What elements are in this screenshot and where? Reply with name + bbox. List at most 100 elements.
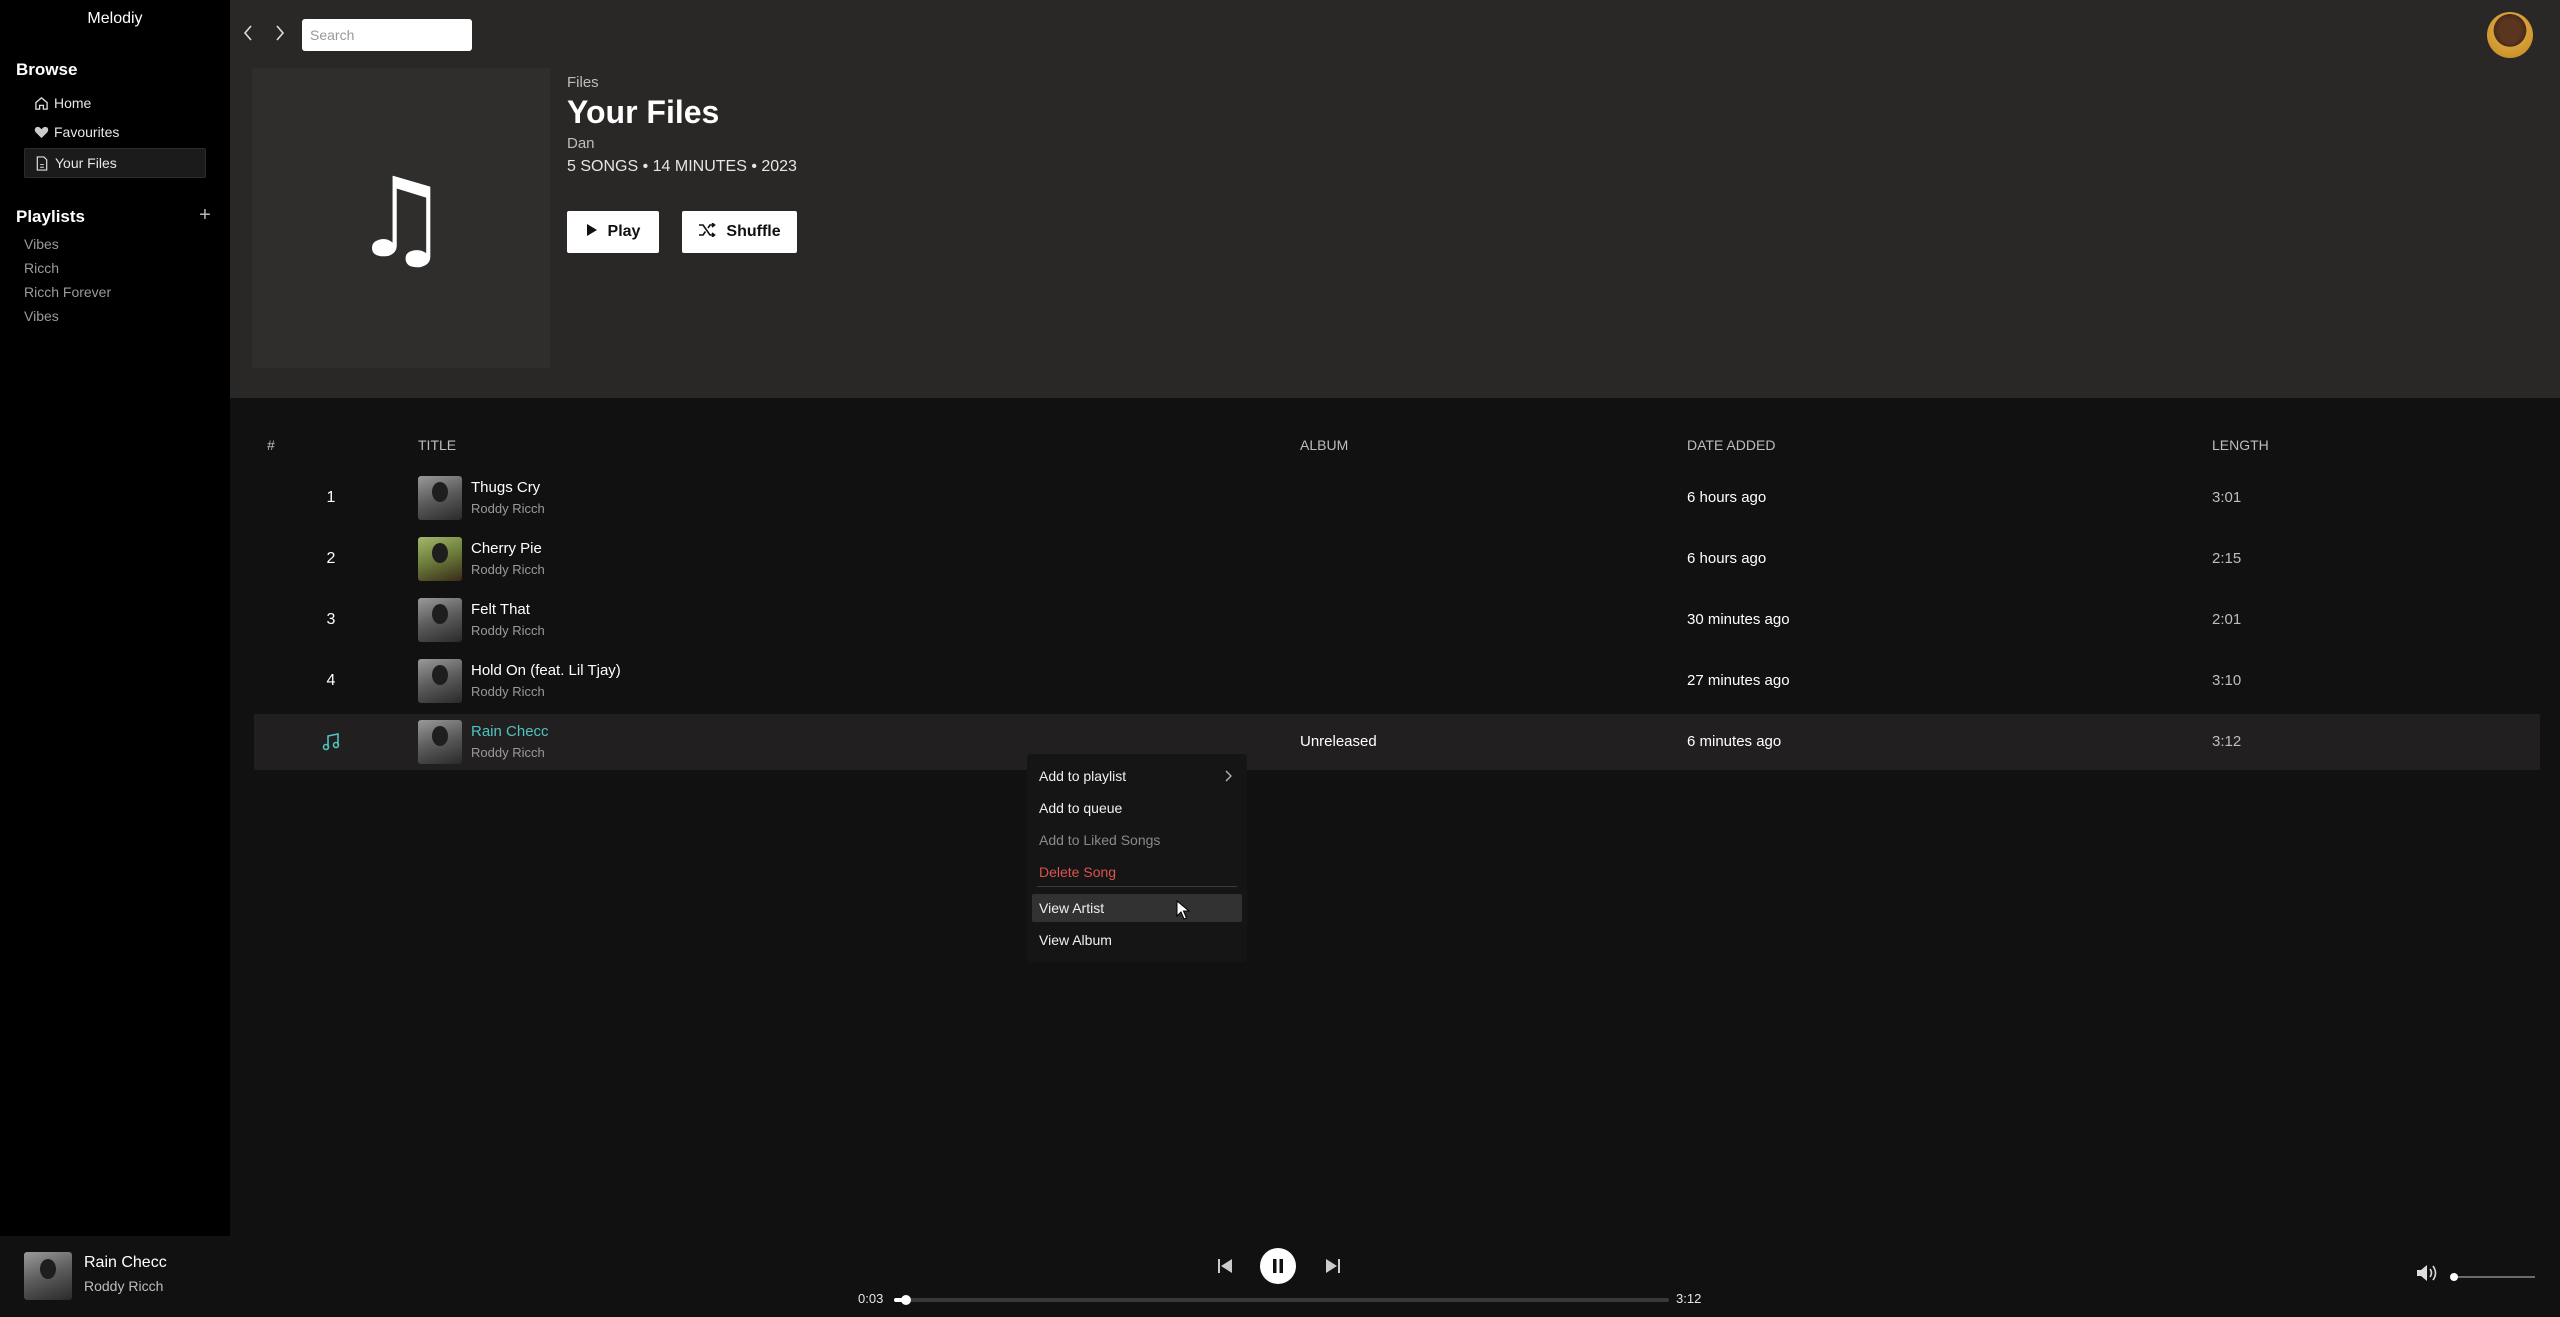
sidebar-item-favourites[interactable]: Favourites	[24, 117, 206, 147]
sidebar-item-home[interactable]: Home	[24, 88, 206, 118]
skip-back-icon	[1218, 1259, 1232, 1273]
track-artwork	[418, 476, 462, 520]
track-length: 3:10	[2212, 672, 2242, 689]
track-date-added: 6 hours ago	[1687, 489, 1767, 506]
context-menu: Add to playlist Add to queue Add to Like…	[1027, 754, 1247, 962]
table-row[interactable]: 3 Felt That Roddy Ricch 30 minutes ago 2…	[254, 592, 2540, 648]
skip-forward-icon	[1326, 1259, 1340, 1273]
now-playing-artwork[interactable]	[24, 1252, 72, 1300]
collection-cover: ♫	[252, 68, 550, 368]
table-row[interactable]: 1 Thugs Cry Roddy Ricch 6 hours ago 3:01	[254, 470, 2540, 526]
shuffle-button[interactable]: Shuffle	[682, 211, 797, 253]
track-title[interactable]: Rain Checc	[471, 723, 549, 740]
previous-track-button[interactable]	[1214, 1252, 1236, 1280]
table-row-playing[interactable]: Rain Checc Roddy Ricch Unreleased 6 minu…	[254, 714, 2540, 770]
total-time: 3:12	[1676, 1291, 1702, 1306]
now-playing-artist[interactable]: Roddy Ricch	[84, 1278, 163, 1294]
volume-slider[interactable]	[2450, 1273, 2535, 1281]
track-title[interactable]: Hold On (feat. Lil Tjay)	[471, 662, 621, 679]
now-playing-note-icon	[254, 714, 408, 770]
sidebar-playlist-item[interactable]: Vibes	[24, 236, 59, 252]
user-avatar[interactable]	[2487, 12, 2533, 58]
next-track-button[interactable]	[1322, 1252, 1344, 1280]
menu-item-add-to-liked-songs[interactable]: Add to Liked Songs	[1032, 826, 1242, 854]
play-button[interactable]: Play	[567, 211, 659, 253]
add-playlist-button[interactable]: +	[196, 205, 214, 225]
music-note-icon: ♫	[351, 154, 451, 282]
track-number: 4	[326, 672, 336, 689]
app-window: Melodiy Browse Home Favourites Your File…	[0, 0, 2560, 1317]
mouse-cursor-icon	[1176, 900, 1190, 920]
menu-item-add-to-playlist[interactable]: Add to playlist	[1032, 762, 1242, 790]
track-artist[interactable]: Roddy Ricch	[471, 562, 545, 577]
chevron-right-icon	[1225, 769, 1232, 785]
track-artwork	[418, 720, 462, 764]
sidebar-playlist-item[interactable]: Vibes	[24, 308, 59, 324]
volume-icon[interactable]	[2415, 1262, 2439, 1284]
track-artist[interactable]: Roddy Ricch	[471, 501, 545, 516]
progress-bar[interactable]	[894, 1295, 1669, 1305]
sidebar-item-label: Favourites	[54, 124, 120, 140]
sidebar-item-label: Your Files	[55, 155, 117, 171]
track-title[interactable]: Felt That	[471, 601, 530, 618]
track-date-added: 6 minutes ago	[1687, 733, 1782, 750]
menu-item-label: Add to playlist	[1039, 768, 1127, 784]
track-length: 3:12	[2212, 733, 2242, 750]
sidebar: Melodiy Browse Home Favourites Your File…	[0, 0, 230, 1236]
track-title[interactable]: Thugs Cry	[471, 479, 540, 496]
search-input[interactable]	[302, 19, 472, 51]
track-length: 2:15	[2212, 550, 2242, 567]
track-artist[interactable]: Roddy Ricch	[471, 623, 545, 638]
track-number: 2	[326, 550, 336, 567]
sidebar-playlist-item[interactable]: Ricch	[24, 260, 59, 276]
breadcrumb: Files	[567, 74, 599, 91]
track-artist[interactable]: Roddy Ricch	[471, 745, 545, 760]
play-button-label: Play	[607, 223, 641, 240]
back-arrow-icon[interactable]	[240, 22, 256, 44]
track-artist[interactable]: Roddy Ricch	[471, 684, 545, 699]
column-header-title[interactable]: TITLE	[418, 437, 456, 453]
history-nav	[240, 22, 288, 44]
menu-item-view-artist[interactable]: View Artist	[1032, 894, 1242, 922]
track-artwork	[418, 598, 462, 642]
playlists-heading: Playlists	[16, 207, 85, 226]
heart-icon	[28, 125, 54, 139]
collection-owner[interactable]: Dan	[567, 135, 595, 152]
home-icon	[28, 96, 54, 111]
track-album[interactable]: Unreleased	[1300, 733, 1377, 750]
progress-handle[interactable]	[901, 1295, 912, 1305]
pause-button[interactable]	[1260, 1248, 1296, 1284]
volume-handle[interactable]	[2450, 1273, 2459, 1281]
play-icon	[586, 223, 598, 242]
page-title: Your Files	[567, 94, 720, 130]
file-icon	[29, 155, 55, 171]
pause-icon	[1273, 1259, 1283, 1273]
track-length: 3:01	[2212, 489, 2242, 506]
track-title[interactable]: Cherry Pie	[471, 540, 542, 557]
track-artwork	[418, 659, 462, 703]
table-row[interactable]: 4 Hold On (feat. Lil Tjay) Roddy Ricch 2…	[254, 653, 2540, 709]
sidebar-playlist-item[interactable]: Ricch Forever	[24, 284, 111, 300]
track-date-added: 6 hours ago	[1687, 550, 1767, 567]
collection-meta: 5 SONGS • 14 MINUTES • 2023	[567, 158, 797, 175]
column-header-album[interactable]: ALBUM	[1300, 437, 1348, 453]
current-time: 0:03	[858, 1291, 884, 1306]
track-number: 1	[326, 489, 336, 506]
shuffle-button-label: Shuffle	[726, 223, 781, 240]
now-playing-title[interactable]: Rain Checc	[84, 1254, 167, 1272]
menu-item-delete-song[interactable]: Delete Song	[1032, 858, 1242, 886]
column-header-number: #	[267, 437, 275, 453]
menu-item-add-to-queue[interactable]: Add to queue	[1032, 794, 1242, 822]
app-title: Melodiy	[87, 10, 143, 27]
column-header-length[interactable]: LENGTH	[2212, 437, 2269, 453]
shuffle-icon	[698, 221, 717, 242]
column-header-date-added[interactable]: DATE ADDED	[1687, 437, 1775, 453]
menu-item-view-album[interactable]: View Album	[1032, 926, 1242, 954]
browse-heading: Browse	[16, 60, 78, 79]
table-row[interactable]: 2 Cherry Pie Roddy Ricch 6 hours ago 2:1…	[254, 531, 2540, 587]
sidebar-item-your-files[interactable]: Your Files	[24, 148, 206, 178]
player-bar: Rain Checc Roddy Ricch 0:03 3:12	[0, 1236, 2560, 1317]
table-header: # TITLE ALBUM DATE ADDED LENGTH	[0, 437, 2560, 457]
track-date-added: 27 minutes ago	[1687, 672, 1790, 689]
forward-arrow-icon[interactable]	[272, 22, 288, 44]
